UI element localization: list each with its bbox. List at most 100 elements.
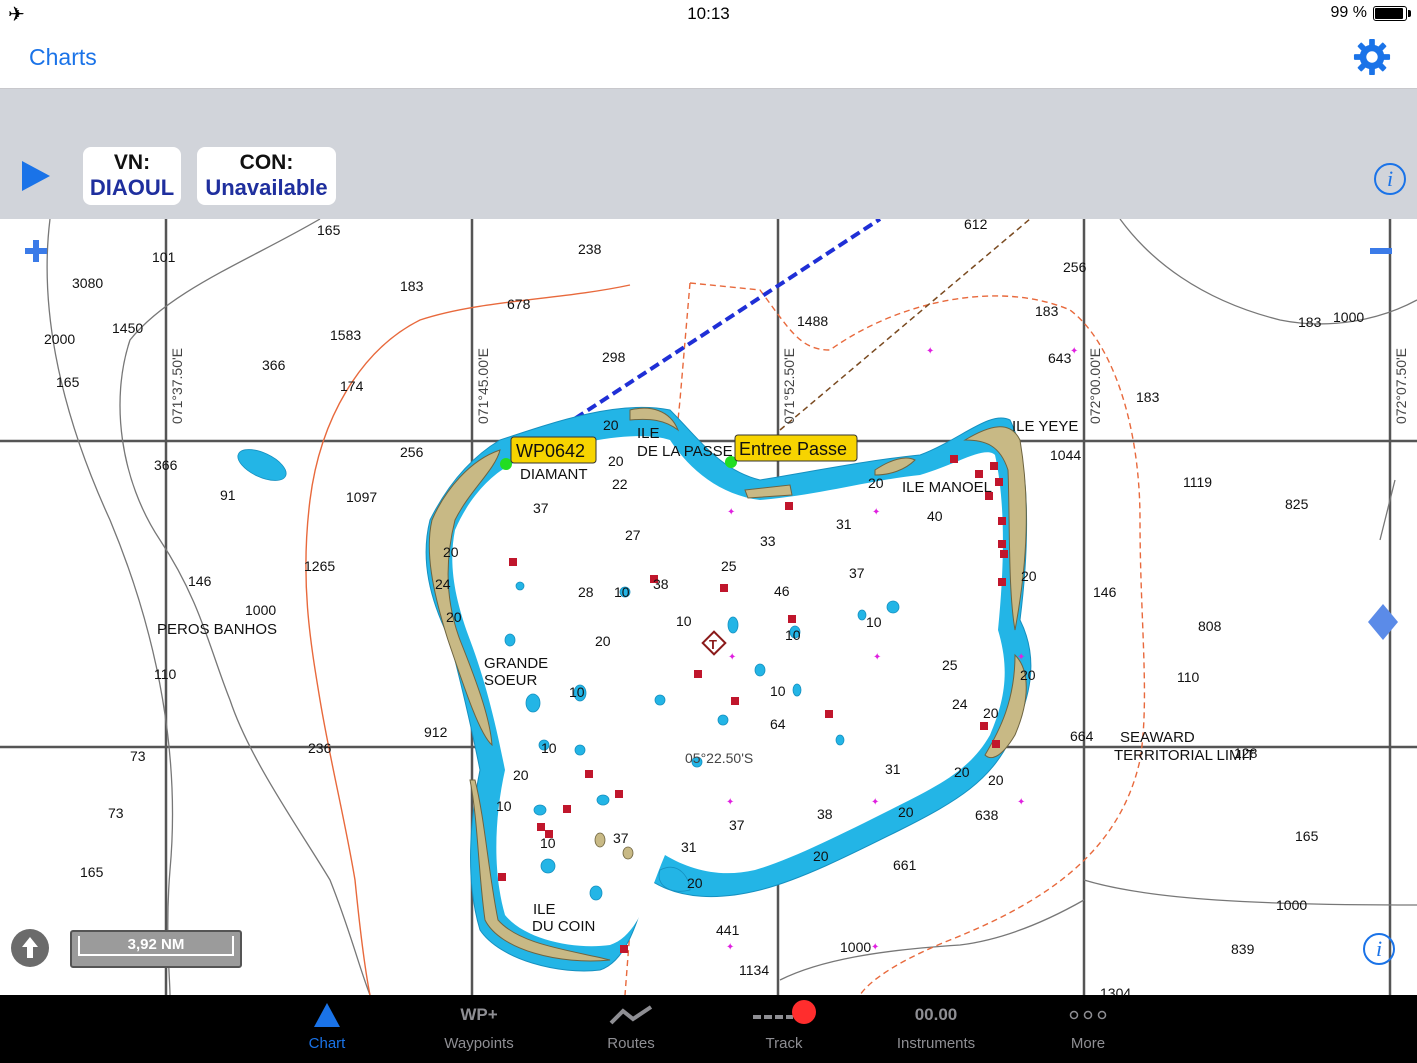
svg-text:10: 10 [866, 614, 882, 630]
vn-card[interactable]: VN: DIAOUL [83, 147, 181, 205]
svg-text:1450: 1450 [112, 320, 143, 336]
svg-text:101: 101 [152, 249, 176, 265]
svg-text:DU COIN: DU COIN [532, 918, 595, 935]
lon-label-5: 072°07.50'E [1393, 348, 1409, 424]
svg-text:10: 10 [496, 798, 512, 814]
svg-text:46: 46 [774, 583, 790, 599]
svg-text:40: 40 [927, 508, 943, 524]
lon-label-1: 071°37.50'E [169, 348, 185, 424]
battery-fill [1375, 7, 1403, 19]
svg-text:20: 20 [868, 475, 884, 491]
svg-text:10: 10 [569, 684, 585, 700]
svg-text:20: 20 [898, 804, 914, 820]
con-card[interactable]: CON: Unavailable [197, 147, 336, 205]
tab-waypoints[interactable]: WP+ Waypoints [424, 995, 534, 1063]
svg-text:20: 20 [446, 609, 462, 625]
svg-text:✦: ✦ [727, 507, 735, 518]
svg-text:256: 256 [400, 444, 424, 460]
play-icon[interactable] [22, 161, 50, 191]
svg-text:236: 236 [308, 740, 332, 756]
svg-text:20: 20 [687, 875, 703, 891]
zoom-in-button[interactable] [25, 240, 47, 262]
svg-text:✦: ✦ [728, 652, 736, 663]
scale-bar: 3,92 NM [70, 930, 242, 968]
chart-canvas[interactable]: 165 101 3080 183 238 678 1450 2000 1583 165 366… [0, 219, 1417, 995]
svg-text:1265: 1265 [304, 558, 335, 574]
tab-instruments[interactable]: 00.00 Instruments [881, 995, 991, 1063]
settings-gear-icon[interactable] [1353, 38, 1391, 76]
lat-label: 05°22.50'S [685, 750, 753, 766]
instrument-info-bar: VN: DIAOUL CON: Unavailable i [0, 89, 1417, 219]
svg-text:10: 10 [785, 627, 801, 643]
svg-text:73: 73 [130, 748, 146, 764]
svg-text:256: 256 [1063, 259, 1087, 275]
svg-text:ILE YEYE: ILE YEYE [1012, 418, 1078, 435]
waypoint-entree-passe[interactable]: Entree Passe [725, 434, 858, 468]
svg-text:839: 839 [1231, 941, 1255, 957]
tab-more[interactable]: More [1033, 995, 1143, 1063]
svg-text:678: 678 [507, 296, 531, 312]
tab-chart[interactable]: Chart [272, 995, 382, 1063]
svg-text:27: 27 [625, 527, 641, 543]
svg-text:183: 183 [1136, 389, 1160, 405]
svg-text:183: 183 [1298, 314, 1322, 330]
scale-label: 3,92 NM [78, 936, 234, 956]
more-dots-icon [1069, 1010, 1107, 1020]
svg-text:10: 10 [770, 683, 786, 699]
svg-text:TERRITORIAL LIMIT: TERRITORIAL LIMIT [1114, 747, 1255, 764]
svg-text:366: 366 [154, 457, 178, 473]
svg-text:165: 165 [1295, 828, 1319, 844]
svg-text:24: 24 [952, 696, 968, 712]
con-value: Unavailable [205, 175, 328, 200]
charts-back-button[interactable]: Charts [29, 44, 97, 71]
nav-diamond-icon[interactable] [1368, 604, 1398, 640]
svg-text:20: 20 [983, 705, 999, 721]
svg-text:✦: ✦ [1017, 652, 1025, 663]
svg-text:298: 298 [602, 349, 626, 365]
battery-percent: 99 % [1330, 4, 1367, 21]
svg-text:1119: 1119 [1183, 474, 1212, 490]
svg-text:✦: ✦ [871, 942, 879, 953]
north-up-button[interactable] [11, 929, 49, 967]
svg-text:20: 20 [1021, 568, 1037, 584]
svg-text:20: 20 [595, 633, 611, 649]
battery-icon [1373, 5, 1411, 21]
map-info-icon[interactable]: i [1363, 933, 1395, 965]
tab-track[interactable]: Track [729, 995, 839, 1063]
svg-text:20: 20 [603, 417, 619, 433]
svg-text:PEROS BANHOS: PEROS BANHOS [157, 621, 277, 638]
svg-text:1000: 1000 [1276, 897, 1307, 913]
svg-text:DIAMANT: DIAMANT [520, 466, 588, 483]
route-icon [609, 1005, 653, 1025]
svg-text:146: 146 [188, 573, 212, 589]
svg-text:183: 183 [1035, 303, 1059, 319]
navigation-bar: Charts [0, 28, 1417, 89]
svg-text:✦: ✦ [873, 652, 881, 663]
vn-label: VN: [113, 151, 151, 174]
tab-routes[interactable]: Routes [576, 995, 686, 1063]
svg-text:25: 25 [942, 657, 958, 673]
svg-text:ILE: ILE [533, 901, 556, 918]
lon-label-4: 072°00.00'E [1087, 348, 1103, 424]
svg-text:10: 10 [540, 835, 556, 851]
con-label: CON: [239, 151, 294, 174]
svg-text:661: 661 [893, 857, 917, 873]
svg-text:91: 91 [220, 487, 236, 503]
svg-text:1583: 1583 [330, 327, 361, 343]
svg-text:31: 31 [681, 839, 697, 855]
svg-text:643: 643 [1048, 350, 1072, 366]
zoom-out-button[interactable] [1370, 248, 1392, 254]
svg-text:Entree Passe: Entree Passe [739, 439, 847, 459]
svg-text:ILE: ILE [637, 425, 660, 442]
svg-text:37: 37 [533, 500, 549, 516]
svg-text:DE LA PASSE: DE LA PASSE [637, 443, 733, 460]
svg-text:T: T [709, 637, 717, 652]
info-icon[interactable]: i [1374, 163, 1406, 195]
svg-text:✦: ✦ [726, 797, 734, 808]
nautical-chart-map[interactable]: 165 101 3080 183 238 678 1450 2000 1583 165 366… [0, 219, 1417, 995]
svg-text:165: 165 [80, 864, 104, 880]
svg-text:165: 165 [317, 222, 341, 238]
svg-text:20: 20 [1020, 667, 1036, 683]
svg-text:1134: 1134 [739, 962, 769, 978]
status-bar: ✈ 10:13 99 % [0, 0, 1417, 28]
